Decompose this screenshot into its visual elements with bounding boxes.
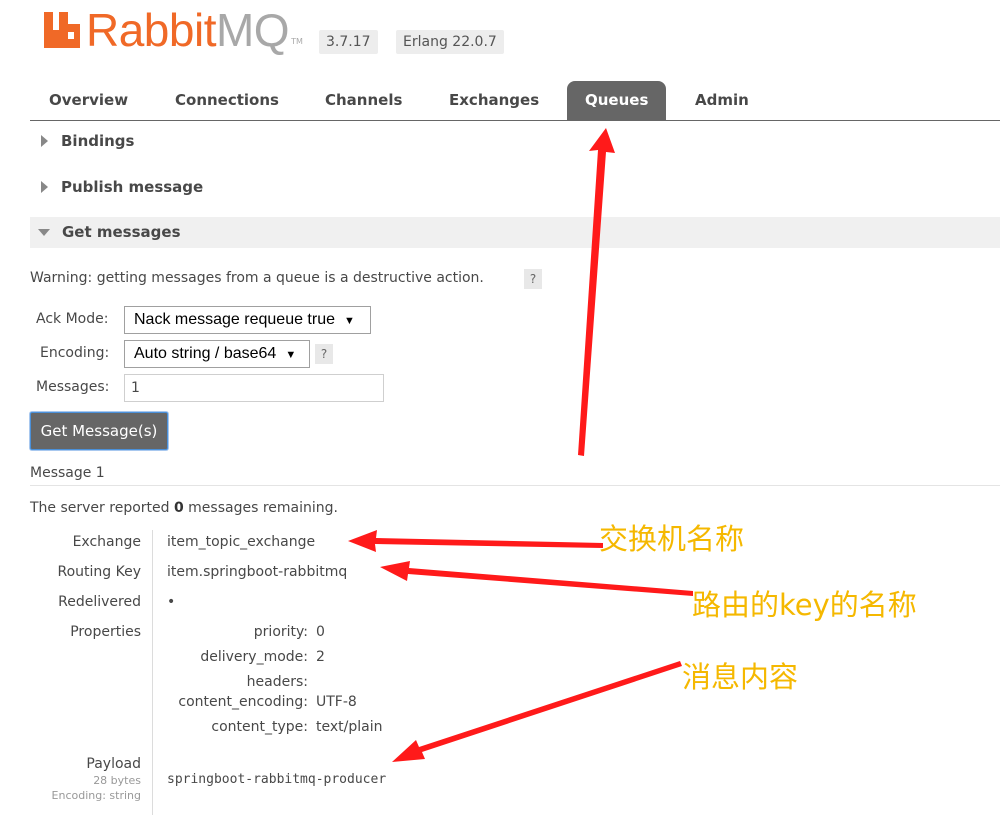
annotation-routing-key-name: 路由的key的名称 <box>692 588 917 622</box>
collapse-arrow-icon <box>38 229 50 236</box>
routing-key-value: item.springboot-rabbitmq <box>167 564 348 580</box>
expand-arrow-icon <box>41 181 48 193</box>
properties-label: Properties <box>70 624 141 640</box>
chevron-down-icon: ▼ <box>285 349 297 361</box>
logo-tm: TM <box>291 37 303 46</box>
message-title: Message 1 <box>30 465 105 481</box>
property-value: 0 <box>316 624 325 640</box>
property-value: 2 <box>316 649 325 665</box>
tab-connections[interactable]: Connections <box>175 81 279 120</box>
property-value: text/plain <box>316 719 383 735</box>
arrow-to-routing-key <box>380 561 693 596</box>
ack-mode-value: Nack message requeue true <box>134 311 335 328</box>
logo-wordmark: RabbitMQ <box>86 7 290 53</box>
rabbit-logo-icon <box>44 12 80 48</box>
server-remaining-prefix: The server reported <box>30 500 174 516</box>
server-remaining-text: The server reported 0 messages remaining… <box>30 500 338 516</box>
expand-arrow-icon <box>41 135 48 147</box>
property-key: content_encoding: <box>178 694 308 710</box>
exchange-label: Exchange <box>72 534 141 550</box>
property-key: priority: <box>253 624 308 640</box>
section-bindings[interactable]: Bindings <box>30 126 1000 157</box>
property-key: headers: <box>246 674 308 690</box>
encoding-value: Auto string / base64 <box>134 345 277 362</box>
annotation-exchange-name: 交换机名称 <box>599 522 745 556</box>
details-divider <box>152 530 153 815</box>
ack-mode-label: Ack Mode: <box>36 311 109 327</box>
payload-label: Payload <box>86 756 141 772</box>
rabbitmq-logo: RabbitMQ TM <box>42 7 303 53</box>
version-badge: 3.7.17 <box>319 30 378 54</box>
annotation-message-content: 消息内容 <box>682 660 799 694</box>
ack-mode-select[interactable]: Nack message requeue true ▼ <box>124 306 371 334</box>
server-remaining-suffix: messages remaining. <box>183 500 338 516</box>
payload-size: 28 bytes <box>93 774 141 787</box>
redelivered-value: • <box>167 594 176 610</box>
payload-value: springboot-rabbitmq-producer <box>167 772 387 787</box>
remaining-count: 0 <box>173 500 184 516</box>
section-bindings-title: Bindings <box>61 132 135 150</box>
main-nav-tabs: Overview Connections Channels Exchanges … <box>30 81 1000 121</box>
section-get-messages[interactable]: Get messages <box>30 217 1000 248</box>
arrow-to-payload <box>392 661 682 762</box>
logo-rabbit-text: Rabbit <box>86 4 216 56</box>
warning-help-icon[interactable]: ? <box>524 269 542 289</box>
get-messages-button[interactable]: Get Message(s) <box>30 412 168 450</box>
routing-key-label: Routing Key <box>57 564 141 580</box>
payload-encoding: Encoding: string <box>51 789 141 802</box>
encoding-help-icon[interactable]: ? <box>315 344 333 364</box>
tab-admin[interactable]: Admin <box>695 81 749 120</box>
encoding-select[interactable]: Auto string / base64 ▼ <box>124 340 310 368</box>
section-publish-message[interactable]: Publish message <box>30 172 1000 203</box>
redelivered-label: Redelivered <box>58 594 141 610</box>
section-publish-title: Publish message <box>61 178 204 196</box>
messages-count-label: Messages: <box>36 379 110 395</box>
divider <box>30 485 1000 486</box>
tab-exchanges[interactable]: Exchanges <box>449 81 539 120</box>
tab-channels[interactable]: Channels <box>325 81 402 120</box>
exchange-value: item_topic_exchange <box>167 534 316 550</box>
property-key: content_type: <box>211 719 308 735</box>
messages-count-input[interactable]: 1 <box>124 374 384 402</box>
tab-overview[interactable]: Overview <box>49 81 128 120</box>
arrow-to-exchange <box>348 530 603 552</box>
logo-mq-text: MQ <box>215 4 290 56</box>
chevron-down-icon: ▼ <box>344 315 355 327</box>
encoding-label: Encoding: <box>40 345 110 361</box>
tab-queues[interactable]: Queues <box>567 81 667 120</box>
property-value: UTF-8 <box>316 694 357 710</box>
erlang-version-badge: Erlang 22.0.7 <box>396 30 504 54</box>
property-key: delivery_mode: <box>200 649 308 665</box>
destructive-warning: Warning: getting messages from a queue i… <box>30 270 484 286</box>
section-get-title: Get messages <box>62 223 181 241</box>
